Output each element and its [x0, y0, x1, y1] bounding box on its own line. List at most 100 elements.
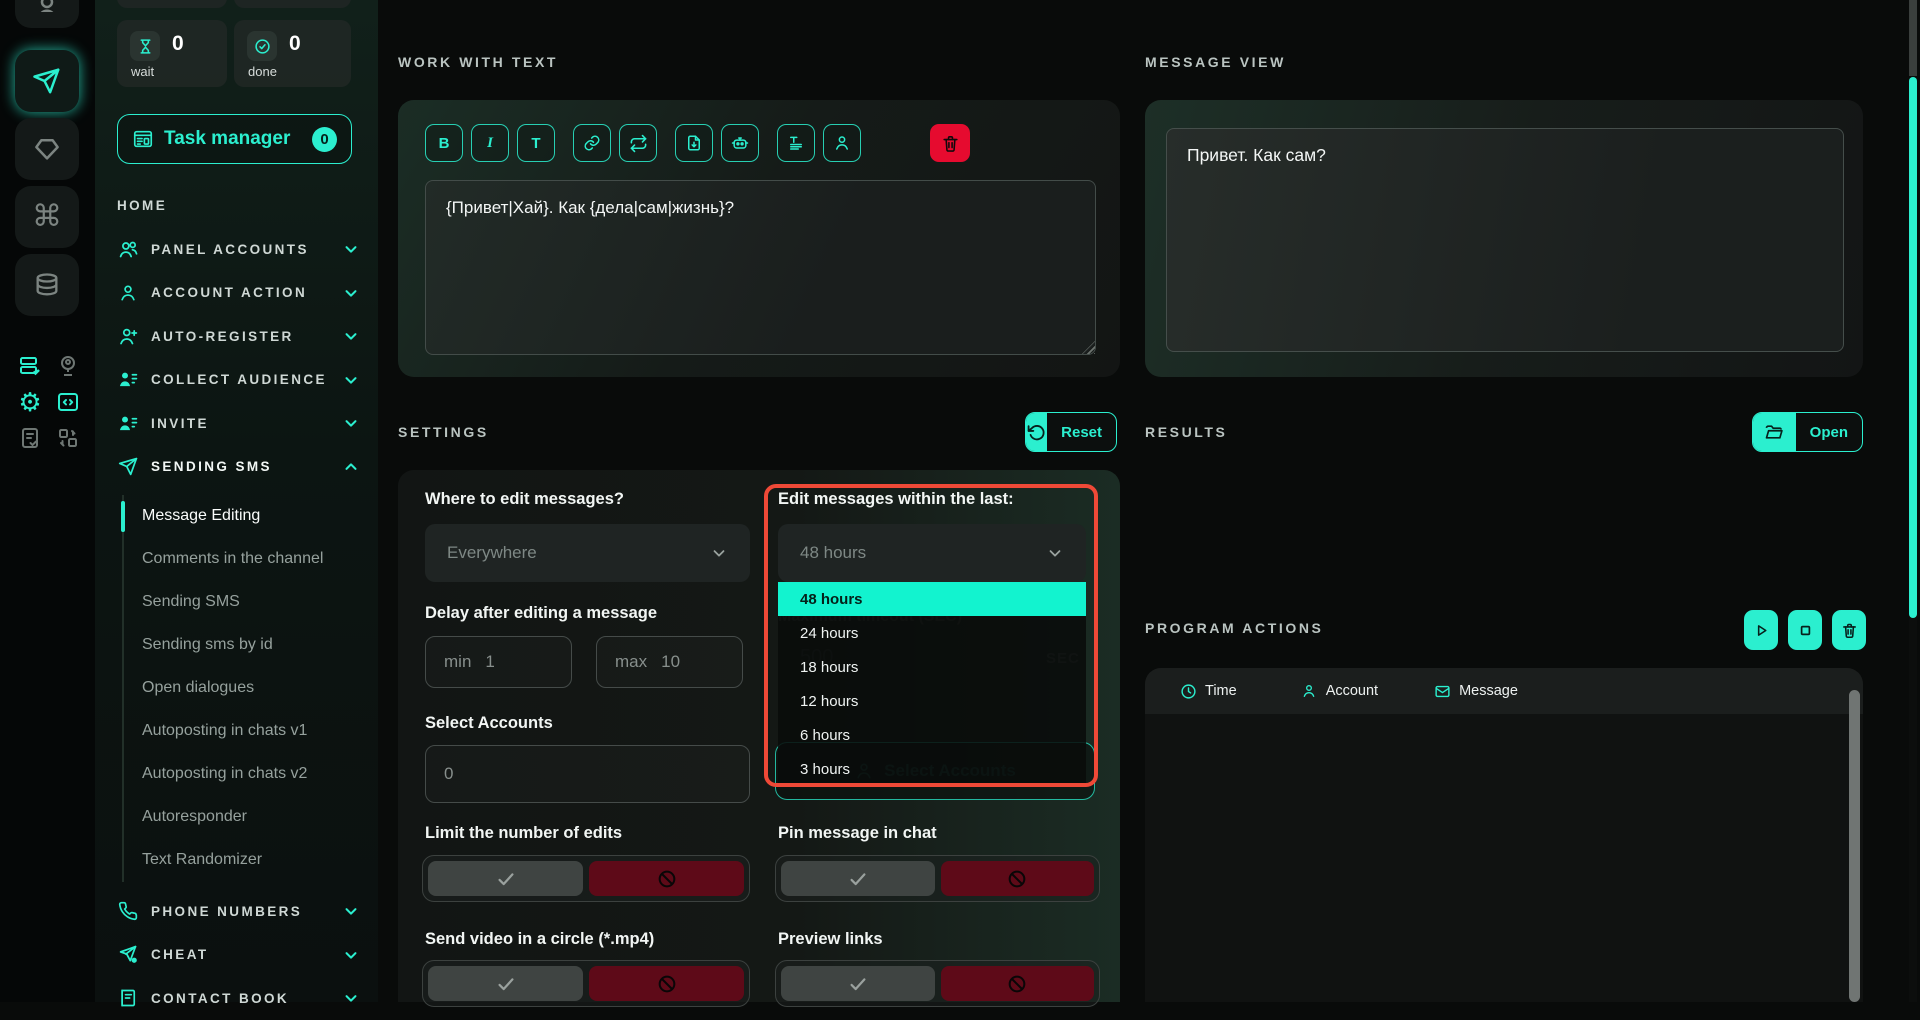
results-title: RESULTS — [1145, 424, 1228, 440]
chevron-down-icon — [1046, 544, 1064, 562]
cut-card — [117, 0, 227, 8]
reset-label: Reset — [1047, 413, 1116, 451]
column-time: Time — [1180, 683, 1237, 700]
edit-within-select[interactable]: 48 hours — [778, 524, 1086, 582]
chevron-down-icon — [710, 544, 728, 562]
italic-button[interactable]: I — [471, 124, 509, 162]
premium-rail-button[interactable] — [15, 118, 79, 180]
profile-insert-button[interactable] — [823, 124, 861, 162]
sidebar-subitem[interactable]: Sending sms by id — [124, 624, 378, 667]
play-button[interactable] — [1744, 610, 1778, 650]
sidebar-subitem[interactable]: Autoposting in chats v2 — [124, 753, 378, 796]
sidebar-item-panel-accounts[interactable]: PANEL ACCOUNTS — [95, 228, 378, 272]
chevron-down-icon — [342, 240, 360, 258]
open-label: Open — [1796, 413, 1862, 451]
allow-button[interactable] — [428, 966, 583, 1001]
repeat-button[interactable] — [619, 124, 657, 162]
bold-button[interactable]: B — [425, 124, 463, 162]
bot-button[interactable] — [721, 124, 759, 162]
sidebar-subitem[interactable]: Message Editing — [124, 495, 378, 538]
sidebar-item-collect-audience[interactable]: COLLECT AUDIENCE — [95, 358, 378, 402]
database-rail-button[interactable] — [15, 254, 79, 316]
server-check-icon[interactable] — [18, 354, 42, 378]
folder-open-icon — [1753, 413, 1796, 451]
gear-icon[interactable]: ⚙ — [18, 390, 42, 414]
user-icon — [833, 134, 851, 152]
allow-button[interactable] — [428, 861, 583, 896]
sidebar-subitem[interactable]: Autoresponder — [124, 796, 378, 839]
dropdown-option[interactable]: 18 hours — [778, 650, 1086, 684]
trash-icon — [1841, 622, 1858, 639]
sidebar-item-cheat[interactable]: CHEAT — [95, 933, 378, 977]
sending-rail-button[interactable] — [15, 50, 79, 112]
chevron-down-icon — [342, 989, 360, 1007]
dropdown-option[interactable]: 24 hours — [778, 616, 1086, 650]
link-button[interactable] — [573, 124, 611, 162]
pin-message-label: Pin message in chat — [778, 824, 937, 843]
delay-max-input[interactable]: max10 — [596, 636, 743, 688]
deny-button[interactable] — [941, 966, 1095, 1001]
text-format-button[interactable]: T — [517, 124, 555, 162]
stop-icon — [1797, 622, 1814, 639]
sidebar-subitem[interactable]: Comments in the channel — [124, 538, 378, 581]
sidebar-subitem[interactable]: Autoposting in chats v1 — [124, 710, 378, 753]
task-manager-icon — [132, 128, 154, 150]
where-select[interactable]: Everywhere — [425, 524, 750, 582]
sidebar-item-contact-book[interactable]: CONTACT BOOK — [95, 977, 378, 1020]
sidebar-item-sending-sms[interactable]: SENDING SMS — [95, 445, 378, 489]
sidebar-subitem[interactable]: Sending SMS — [124, 581, 378, 624]
send-video-toggle — [422, 960, 750, 1007]
open-results-button[interactable]: Open — [1752, 412, 1863, 452]
message-preview: Привет. Как сам? — [1166, 128, 1844, 352]
user-list-icon — [117, 369, 139, 391]
select-accounts-input[interactable]: 0 — [425, 745, 750, 803]
dropdown-option[interactable]: 12 hours — [778, 684, 1086, 718]
page-scrollbar-thumb[interactable] — [1909, 77, 1917, 618]
allow-button[interactable] — [781, 861, 935, 896]
trash-icon — [941, 134, 960, 153]
webcam-icon[interactable] — [56, 354, 80, 378]
deny-button[interactable] — [589, 966, 744, 1001]
sending-sms-submenu: Message Editing Comments in the channel … — [122, 495, 378, 882]
delay-min-input[interactable]: min1 — [425, 636, 572, 688]
sidebar-subitem-label: Sending sms by id — [142, 636, 273, 654]
repeat-icon — [629, 134, 648, 153]
message-text-input[interactable]: {Привет|Хай}. Как {дела|сам|жизнь}? — [425, 180, 1096, 355]
block-icon — [1006, 973, 1028, 995]
dropdown-option[interactable]: 3 hours — [778, 752, 1086, 786]
task-manager-button[interactable]: Task manager 0 — [117, 114, 352, 164]
sidebar-subitem[interactable]: Open dialogues — [124, 667, 378, 710]
text-template-button[interactable] — [777, 124, 815, 162]
sidebar-item-account-action[interactable]: ACCOUNT ACTION — [95, 271, 378, 315]
block-icon — [656, 973, 678, 995]
allow-button[interactable] — [781, 966, 935, 1001]
text-toolbar: B I T — [425, 124, 861, 162]
sidebar-item-invite[interactable]: INVITE — [95, 402, 378, 446]
dropdown-option[interactable]: 48 hours — [778, 582, 1086, 616]
sidebar-item-auto-register[interactable]: AUTO-REGISTER — [95, 315, 378, 359]
dropdown-option[interactable]: 6 hours — [778, 718, 1086, 752]
clear-actions-button[interactable] — [1832, 610, 1866, 650]
settings-title: SETTINGS — [398, 424, 489, 440]
swap-icon[interactable] — [56, 426, 80, 450]
sidebar-item-home[interactable]: HOME — [95, 184, 378, 228]
block-icon — [656, 868, 678, 890]
delete-text-button[interactable] — [930, 124, 970, 162]
table-scrollbar[interactable] — [1849, 690, 1860, 1002]
chevron-down-icon — [342, 327, 360, 345]
sidebar-item-phone-numbers[interactable]: PHONE NUMBERS — [95, 890, 378, 934]
table-header: Time Account Message — [1145, 668, 1863, 714]
stop-button[interactable] — [1788, 610, 1822, 650]
sidebar-subitem[interactable]: Text Randomizer — [124, 839, 378, 882]
deny-button[interactable] — [941, 861, 1095, 896]
document-check-icon[interactable] — [18, 426, 42, 450]
reset-button[interactable]: Reset — [1025, 412, 1117, 452]
user-icon — [117, 282, 139, 304]
deny-button[interactable] — [589, 861, 744, 896]
code-window-icon[interactable] — [56, 390, 80, 414]
file-insert-button[interactable] — [675, 124, 713, 162]
wait-counter: 0 wait — [117, 20, 227, 87]
commands-rail-button[interactable]: ⌘ — [15, 186, 79, 248]
profile-rail-button[interactable] — [15, 0, 79, 28]
task-manager-badge: 0 — [312, 127, 337, 152]
